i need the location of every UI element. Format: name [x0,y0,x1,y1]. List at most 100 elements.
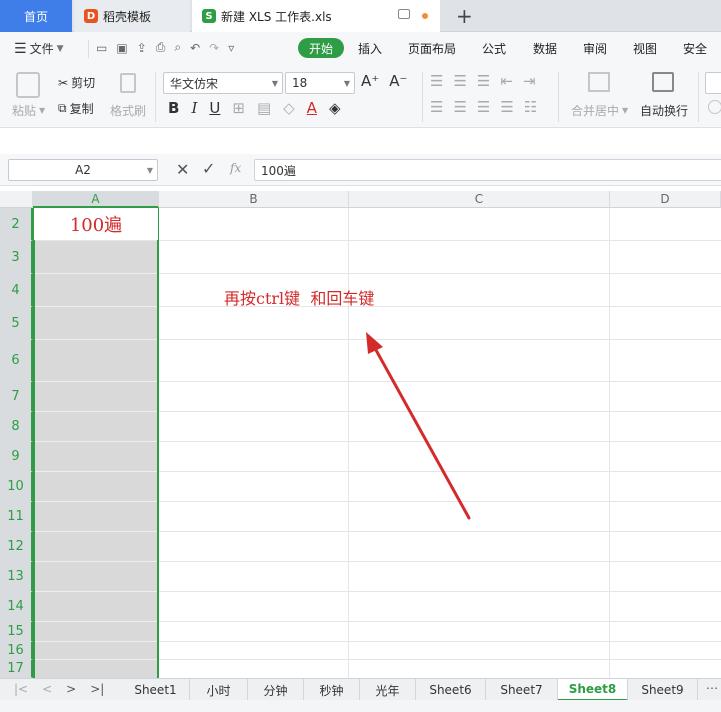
justify-icon[interactable]: ☰ [500,98,513,116]
sheet-tab-8-active[interactable]: Sheet8 [558,679,628,701]
align-top-icon[interactable]: ☰ [430,72,443,90]
menu-data[interactable]: 数据 [533,40,557,57]
column-header-d[interactable]: D [610,191,721,208]
row-header-9[interactable]: 9 [0,442,33,472]
column-header-b[interactable]: B [159,191,349,208]
menu-page-layout[interactable]: 页面布局 [408,40,456,57]
monitor-icon[interactable] [398,9,410,19]
row-header-12[interactable]: 12 [0,532,33,562]
row-header-13[interactable]: 13 [0,562,33,592]
title-tab-bar: 首页 D 稻壳模板 S 新建 XLS 工作表.xls + [0,0,721,32]
formula-input[interactable]: 100遍 [254,159,721,181]
name-box[interactable]: A2 ▼ [8,159,158,181]
row-header-10[interactable]: 10 [0,472,33,502]
align-center-icon[interactable]: ☰ [453,98,466,116]
font-decrease-icon[interactable]: A⁻ [389,72,407,90]
wrap-text-icon[interactable] [652,72,674,92]
cell-a2[interactable]: 100遍 [34,208,158,240]
file-menu-label: 文件 [29,42,54,56]
menu-formula[interactable]: 公式 [482,40,506,57]
column-header-c[interactable]: C [349,191,610,208]
menu-start-tab[interactable]: 开始 [298,38,344,58]
sheet-tab-3[interactable]: 分钟 [248,679,304,701]
menu-view[interactable]: 视图 [633,40,657,57]
sheet-tab-6[interactable]: Sheet6 [416,679,486,701]
row-header-3[interactable]: 3 [0,241,33,274]
hamburger-icon: ☰ [14,40,27,57]
column-header-a[interactable]: A [33,191,159,208]
more-sheets-icon[interactable]: ⋯ [706,681,718,695]
row-header-17[interactable]: 17 [0,660,33,678]
row-header-7[interactable]: 7 [0,382,33,412]
row-header-16[interactable]: 16 [0,642,33,660]
wrap-text-button[interactable]: 自动换行 [640,102,688,119]
sheet-tab-2[interactable]: 小时 [190,679,248,701]
sheet-tab-1[interactable]: Sheet1 [122,679,190,701]
paste-icon[interactable] [16,72,40,98]
eraser-icon[interactable]: ◈ [329,99,341,117]
row-header-5[interactable]: 5 [0,307,33,340]
fill-pattern-icon[interactable]: ▤ [257,99,271,117]
underline-icon[interactable]: U [209,99,220,117]
menu-security[interactable]: 安全 [683,40,707,57]
sheet-tab-5[interactable]: 光年 [360,679,416,701]
confirm-icon[interactable]: ✓ [202,159,215,178]
paste-button[interactable]: 粘贴 ▼ [12,102,45,119]
indent-decrease-icon[interactable]: ⇤ [500,72,513,90]
cancel-icon[interactable]: ✕ [176,160,189,179]
new-tab-button[interactable]: + [456,4,473,28]
save-icon[interactable]: ▣ [116,41,127,55]
font-color-icon[interactable]: A [307,99,317,117]
row-header-15[interactable]: 15 [0,622,33,642]
font-increase-icon[interactable]: A⁺ [361,72,379,90]
open-icon[interactable]: ▭ [96,41,107,55]
border-icon[interactable]: ⊞ [232,99,245,117]
print-icon[interactable]: ⎙ [156,40,166,55]
last-sheet-icon[interactable]: >| [90,682,104,696]
copy-button[interactable]: ⧉ 复制 [58,100,94,117]
format-painter-button[interactable]: 格式刷 [110,102,146,119]
redo-icon[interactable]: ↷ [209,41,219,55]
bold-icon[interactable]: B [168,99,179,117]
align-middle-icon[interactable]: ☰ [453,72,466,90]
italic-icon[interactable]: I [191,99,197,117]
preview-icon[interactable]: ⌕ [174,40,181,55]
fill-color-icon[interactable]: ◇ [283,99,295,117]
insert-function-icon[interactable]: fx [230,161,241,175]
menu-insert[interactable]: 插入 [358,40,382,57]
align-left-icon[interactable]: ☰ [430,98,443,116]
row-header-2[interactable]: 2 [0,208,33,241]
cut-button[interactable]: ✂ 剪切 [58,74,95,91]
sheet-tab-7[interactable]: Sheet7 [486,679,558,701]
customize-icon[interactable]: ▿ [228,41,234,55]
merge-center-icon[interactable] [588,72,610,92]
row-header-14[interactable]: 14 [0,592,33,622]
next-sheet-icon[interactable]: > [66,682,76,696]
align-right-icon[interactable]: ☰ [477,98,490,116]
tab-current-file[interactable]: S 新建 XLS 工作表.xls [192,0,440,32]
menu-review[interactable]: 审阅 [583,40,607,57]
distributed-icon[interactable]: ☷ [524,98,537,116]
tab-docer-templates[interactable]: D 稻壳模板 [74,0,190,32]
tab-home[interactable]: 首页 [0,0,72,32]
row-header-4[interactable]: 4 [0,274,33,307]
export-icon[interactable]: ⇪ [137,41,147,55]
select-all-corner[interactable] [0,191,33,208]
currency-icon[interactable] [708,100,721,114]
first-sheet-icon[interactable]: |< [14,682,28,696]
sheet-tab-9[interactable]: Sheet9 [628,679,698,701]
undo-icon[interactable]: ↶ [190,41,200,55]
file-menu-button[interactable]: ☰ 文件 ▼ [14,40,64,57]
merge-center-button[interactable]: 合并居中 ▼ [571,102,628,119]
font-name-select[interactable]: 华文仿宋 ▼ [163,72,283,94]
row-header-11[interactable]: 11 [0,502,33,532]
sheet-tab-4[interactable]: 秒钟 [304,679,360,701]
row-header-6[interactable]: 6 [0,340,33,382]
row-header-8[interactable]: 8 [0,412,33,442]
prev-sheet-icon[interactable]: < [42,682,52,696]
format-painter-icon[interactable] [120,73,136,93]
indent-increase-icon[interactable]: ⇥ [523,72,536,90]
align-bottom-icon[interactable]: ☰ [477,72,490,90]
number-format-select[interactable] [705,72,721,94]
font-size-select[interactable]: 18 ▼ [285,72,355,94]
